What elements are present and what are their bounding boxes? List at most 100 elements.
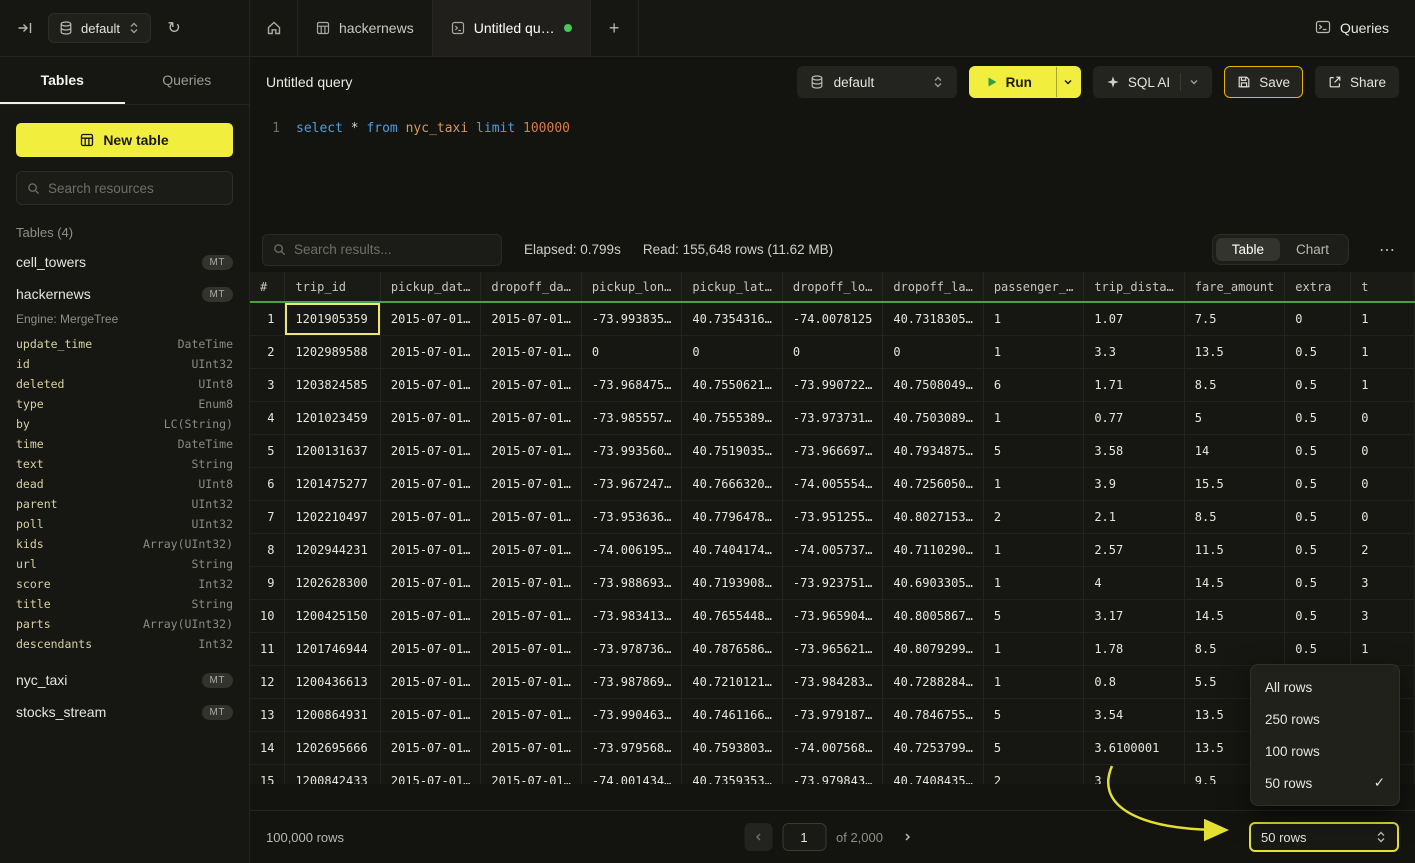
cell[interactable]: 1 xyxy=(983,632,1083,665)
new-table-button[interactable]: New table xyxy=(16,123,233,157)
cell[interactable]: -73.978736… xyxy=(581,632,681,665)
schema-field-row[interactable]: update_timeDateTime xyxy=(0,334,249,354)
sidebar-item-nyc-taxi[interactable]: nyc_taxi MT xyxy=(0,664,249,696)
cell[interactable]: 40.7288284… xyxy=(883,665,983,698)
cell[interactable]: 8.5 xyxy=(1184,368,1284,401)
cell[interactable]: 13.5 xyxy=(1184,335,1284,368)
cell[interactable]: 0.77 xyxy=(1084,401,1184,434)
cell[interactable]: 2015-07-01… xyxy=(380,401,480,434)
cell[interactable]: 3 xyxy=(1084,764,1184,784)
schema-field-row[interactable]: typeEnum8 xyxy=(0,394,249,414)
cell[interactable]: 2015-07-01… xyxy=(481,368,581,401)
cell[interactable]: 40.8079299… xyxy=(883,632,983,665)
cell[interactable]: 1202628300 xyxy=(285,566,380,599)
more-options-button[interactable]: ⋯ xyxy=(1371,240,1403,260)
cell[interactable]: -73.990722… xyxy=(782,368,882,401)
cell[interactable]: 8.5 xyxy=(1184,632,1284,665)
cell[interactable]: 2015-07-01… xyxy=(481,467,581,500)
cell[interactable]: 2015-07-01… xyxy=(380,533,480,566)
cell[interactable]: 1 xyxy=(983,335,1083,368)
cell[interactable]: 2 xyxy=(983,764,1083,784)
cell[interactable]: 2015-07-01… xyxy=(481,764,581,784)
view-toggle-chart[interactable]: Chart xyxy=(1280,238,1345,261)
save-button[interactable]: Save xyxy=(1224,66,1303,98)
column-header[interactable]: dropoff_la… xyxy=(883,272,983,302)
column-header[interactable]: pickup_lon… xyxy=(581,272,681,302)
sidebar-item-hackernews[interactable]: hackernews MT xyxy=(0,278,249,310)
cell[interactable]: 2015-07-01… xyxy=(380,434,480,467)
cell[interactable]: 40.7404174… xyxy=(682,533,782,566)
cell[interactable]: 40.7256050… xyxy=(883,467,983,500)
cell[interactable]: 1 xyxy=(1351,335,1415,368)
cell[interactable]: 3.58 xyxy=(1084,434,1184,467)
schema-field-row[interactable]: partsArray(UInt32) xyxy=(0,614,249,634)
cell[interactable]: 4 xyxy=(1084,566,1184,599)
cell[interactable]: -74.005554… xyxy=(782,467,882,500)
cell[interactable]: 0.8 xyxy=(1084,665,1184,698)
cell[interactable]: 1203824585 xyxy=(285,368,380,401)
column-header[interactable]: pickup_lat… xyxy=(682,272,782,302)
new-tab-button[interactable]: + xyxy=(591,0,639,56)
tab-hackernews[interactable]: hackernews xyxy=(298,0,433,56)
cell[interactable]: 1 xyxy=(1351,302,1415,335)
cell[interactable]: 2015-07-01… xyxy=(380,335,480,368)
schema-field-row[interactable]: deletedUInt8 xyxy=(0,374,249,394)
cell[interactable]: 0 xyxy=(883,335,983,368)
cell[interactable]: 2015-07-01… xyxy=(380,368,480,401)
cell[interactable]: 40.7846755… xyxy=(883,698,983,731)
cell[interactable]: 11.5 xyxy=(1184,533,1284,566)
column-header[interactable]: trip_dista… xyxy=(1084,272,1184,302)
cell[interactable]: -73.951255… xyxy=(782,500,882,533)
next-page-button[interactable] xyxy=(893,823,921,851)
cell[interactable]: 1201746944 xyxy=(285,632,380,665)
cell[interactable]: 0.5 xyxy=(1285,632,1351,665)
cell[interactable]: 1 xyxy=(983,467,1083,500)
schema-field-row[interactable]: descendantsInt32 xyxy=(0,634,249,654)
page-size-option[interactable]: 250 rows xyxy=(1251,703,1399,735)
cell[interactable]: 0.5 xyxy=(1285,401,1351,434)
cell[interactable]: -73.965621… xyxy=(782,632,882,665)
cell[interactable]: 0 xyxy=(1285,302,1351,335)
cell[interactable]: 3.3 xyxy=(1084,335,1184,368)
cell[interactable]: 1200842433 xyxy=(285,764,380,784)
cell[interactable]: 40.7503089… xyxy=(883,401,983,434)
schema-field-row[interactable]: scoreInt32 xyxy=(0,574,249,594)
cell[interactable]: 0 xyxy=(1351,434,1415,467)
tab-home[interactable] xyxy=(250,0,298,56)
cell[interactable]: -73.967247… xyxy=(581,467,681,500)
cell[interactable]: 0.5 xyxy=(1285,335,1351,368)
cell[interactable]: 40.8027153… xyxy=(883,500,983,533)
cell[interactable]: 15.5 xyxy=(1184,467,1284,500)
cell[interactable]: 5 xyxy=(1184,401,1284,434)
cell[interactable]: 40.7408435… xyxy=(883,764,983,784)
column-header[interactable]: dropoff_da… xyxy=(481,272,581,302)
cell[interactable]: 0.5 xyxy=(1285,566,1351,599)
cell[interactable]: 1.71 xyxy=(1084,368,1184,401)
cell[interactable]: 40.7934875… xyxy=(883,434,983,467)
schema-field-row[interactable]: kidsArray(UInt32) xyxy=(0,534,249,554)
cell[interactable]: 1201023459 xyxy=(285,401,380,434)
cell[interactable]: 2015-07-01… xyxy=(380,599,480,632)
cell[interactable]: 2015-07-01… xyxy=(481,302,581,335)
cell[interactable]: 2015-07-01… xyxy=(481,401,581,434)
cell[interactable]: -73.973731… xyxy=(782,401,882,434)
cell[interactable]: 0.5 xyxy=(1285,434,1351,467)
cell[interactable]: 0.5 xyxy=(1285,533,1351,566)
cell[interactable]: 40.7876586… xyxy=(682,632,782,665)
sql-ai-button[interactable]: SQL AI xyxy=(1093,66,1212,98)
cell[interactable]: 40.7593803… xyxy=(682,731,782,764)
cell[interactable]: -73.979187… xyxy=(782,698,882,731)
run-button[interactable]: Run xyxy=(970,67,1048,97)
schema-field-row[interactable]: deadUInt8 xyxy=(0,474,249,494)
share-button[interactable]: Share xyxy=(1315,66,1399,98)
cell[interactable]: 2.57 xyxy=(1084,533,1184,566)
cell[interactable]: 40.7210121… xyxy=(682,665,782,698)
cell[interactable]: 0 xyxy=(1351,500,1415,533)
cell[interactable]: 1 xyxy=(983,533,1083,566)
cell[interactable]: 40.7461166… xyxy=(682,698,782,731)
page-size-option[interactable]: 50 rows✓ xyxy=(1251,767,1399,799)
schema-field-row[interactable]: idUInt32 xyxy=(0,354,249,374)
cell[interactable]: 5 xyxy=(983,698,1083,731)
cell[interactable]: 0 xyxy=(1351,401,1415,434)
cell[interactable]: 3 xyxy=(1351,599,1415,632)
